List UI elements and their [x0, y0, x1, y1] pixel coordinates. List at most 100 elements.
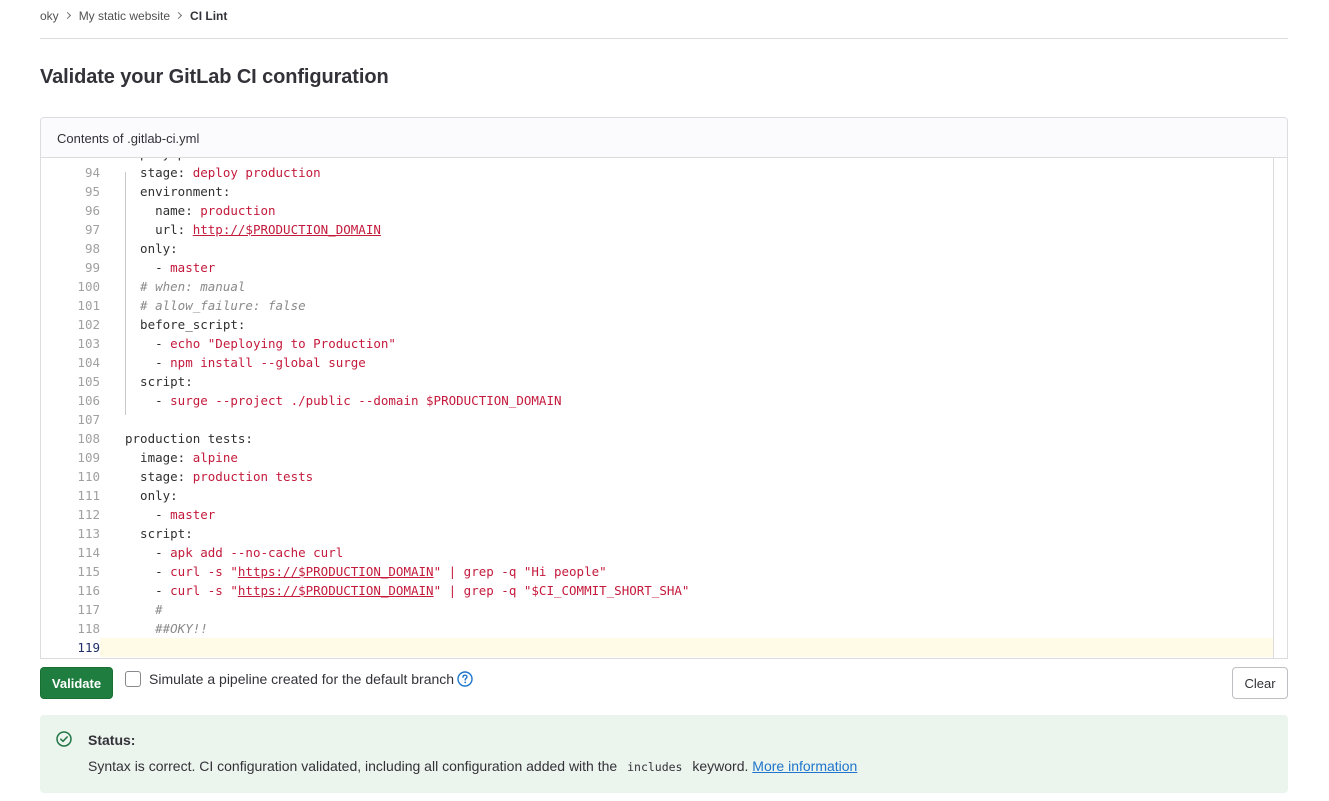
code-token: image:: [125, 450, 193, 465]
code-token: echo "Deploying to Production": [170, 336, 396, 351]
code-token: -: [125, 260, 171, 275]
code-line[interactable]: 111 only:: [41, 486, 1273, 505]
code-line[interactable]: 98 only:: [41, 239, 1273, 258]
code-token: " | grep -q "Hi people": [433, 564, 607, 579]
code-line[interactable]: 110 stage: production tests: [41, 467, 1273, 486]
code-line[interactable]: 106 - surge --project ./public --domain …: [41, 391, 1273, 410]
code-token: script:: [125, 374, 193, 389]
code-token: url:: [125, 222, 193, 237]
code-line[interactable]: 96 name: production: [41, 201, 1273, 220]
line-text: #: [125, 600, 163, 619]
code-line[interactable]: 105 script:: [41, 372, 1273, 391]
breadcrumb-item-project[interactable]: My static website: [79, 9, 170, 23]
line-number: 117: [77, 602, 100, 617]
line-text: image: alpine: [125, 448, 238, 467]
line-text: - master: [125, 258, 215, 277]
code-token: -: [125, 564, 171, 579]
line-text: stage: deploy production: [125, 163, 321, 182]
code-token: -: [125, 336, 171, 351]
line-number: 105: [77, 374, 100, 389]
simulate-option[interactable]: Simulate a pipeline created for the defa…: [125, 671, 473, 687]
code-line[interactable]: 115 - curl -s "https://$PRODUCTION_DOMAI…: [41, 562, 1273, 581]
breadcrumb-item-group[interactable]: oky: [40, 9, 59, 23]
more-information-link[interactable]: More information: [752, 758, 857, 774]
code-token: deploy production: [192, 165, 321, 180]
line-text: environment:: [125, 182, 230, 201]
code-token: surge --project ./public --domain $PRODU…: [170, 393, 562, 408]
code-line[interactable]: 112 - master: [41, 505, 1273, 524]
line-number: 111: [77, 488, 100, 503]
includes-keyword: includes: [621, 760, 689, 774]
line-text: # allow_failure: false: [125, 296, 306, 315]
code-line[interactable]: 108 production tests:: [41, 429, 1273, 448]
code-line[interactable]: 107: [41, 410, 1273, 429]
code-token: master: [170, 507, 216, 522]
code-line[interactable]: 102 before_script:: [41, 315, 1273, 334]
line-number: 96: [84, 203, 100, 218]
line-text: before_script:: [125, 315, 245, 334]
code-token: # allow_failure: false: [125, 298, 306, 313]
code-line[interactable]: 94 stage: deploy production: [41, 163, 1273, 182]
code-token: -: [125, 355, 171, 370]
line-number: 102: [77, 317, 100, 332]
code-line[interactable]: 109 image: alpine: [41, 448, 1273, 467]
code-line[interactable]: 100 # when: manual: [41, 277, 1273, 296]
code-line[interactable]: 103 - echo "Deploying to Production": [41, 334, 1273, 353]
line-text: stage: production tests: [125, 467, 313, 486]
lint-actions: Validate Simulate a pipeline created for…: [40, 667, 1288, 699]
line-text: url: http://$PRODUCTION_DOMAIN: [125, 220, 381, 239]
status-message-text: Syntax is correct. CI configuration vali…: [88, 758, 618, 774]
line-number: 108: [77, 431, 100, 446]
code-token: #: [125, 602, 163, 617]
code-line[interactable]: 101 # allow_failure: false: [41, 296, 1273, 315]
line-text: - curl -s "https://$PRODUCTION_DOMAIN" |…: [125, 581, 689, 600]
code-line[interactable]: 114 - apk add --no-cache curl: [41, 543, 1273, 562]
code-token: ##OKY!!: [125, 621, 208, 636]
page-title: Validate your GitLab CI configuration: [40, 66, 389, 88]
code-line[interactable]: 118 ##OKY!!: [41, 619, 1273, 638]
code-token: -: [125, 583, 171, 598]
line-text: - npm install --global surge: [125, 353, 366, 372]
code-token: deploy production:: [125, 158, 260, 161]
code-token: script:: [125, 526, 193, 541]
line-text: script:: [125, 524, 193, 543]
line-number: 119: [41, 638, 100, 657]
question-circle-icon[interactable]: [457, 671, 473, 687]
code-token: # when: manual: [125, 279, 246, 294]
code-line[interactable]: 99 - master: [41, 258, 1273, 277]
line-number: 100: [77, 279, 100, 294]
line-number: 97: [84, 222, 100, 237]
line-number: 95: [84, 184, 100, 199]
code-line[interactable]: 117 #: [41, 600, 1273, 619]
breadcrumb-item-current[interactable]: CI Lint: [190, 9, 227, 23]
code-line[interactable]: 104 - npm install --global surge: [41, 353, 1273, 372]
editor-header: Contents of .gitlab-ci.yml: [41, 118, 1287, 158]
line-number: 118: [77, 621, 100, 636]
status-message-suffix: keyword.: [692, 758, 749, 774]
code-line[interactable]: 95 environment:: [41, 182, 1273, 201]
line-number: 112: [77, 507, 100, 522]
editor-scrollbar[interactable]: [1273, 158, 1287, 658]
line-number: 99: [84, 260, 100, 275]
code-line[interactable]: 97 url: http://$PRODUCTION_DOMAIN: [41, 220, 1273, 239]
code-token: https://$PRODUCTION_DOMAIN: [237, 583, 434, 598]
clear-button[interactable]: Clear: [1232, 667, 1288, 699]
code-token: -: [125, 545, 171, 560]
code-line[interactable]: 113 script:: [41, 524, 1273, 543]
code-token: " | grep -q "$CI_COMMIT_SHORT_SHA": [433, 583, 690, 598]
code-line[interactable]: 119: [41, 638, 1273, 657]
code-token: http://$PRODUCTION_DOMAIN: [192, 222, 381, 237]
code-token: stage:: [125, 469, 193, 484]
code-token: npm install --global surge: [170, 355, 366, 370]
line-number: 110: [77, 469, 100, 484]
line-number: 103: [77, 336, 100, 351]
line-text: only:: [125, 239, 178, 258]
line-text: name: production: [125, 201, 275, 220]
simulate-checkbox[interactable]: [125, 671, 141, 687]
line-text: - echo "Deploying to Production": [125, 334, 396, 353]
code-token: stage:: [125, 165, 193, 180]
code-line[interactable]: 116 - curl -s "https://$PRODUCTION_DOMAI…: [41, 581, 1273, 600]
validate-button[interactable]: Validate: [40, 667, 113, 699]
code-editor[interactable]: 93deploy production:94 stage: deploy pro…: [41, 158, 1273, 658]
line-number: 98: [84, 241, 100, 256]
